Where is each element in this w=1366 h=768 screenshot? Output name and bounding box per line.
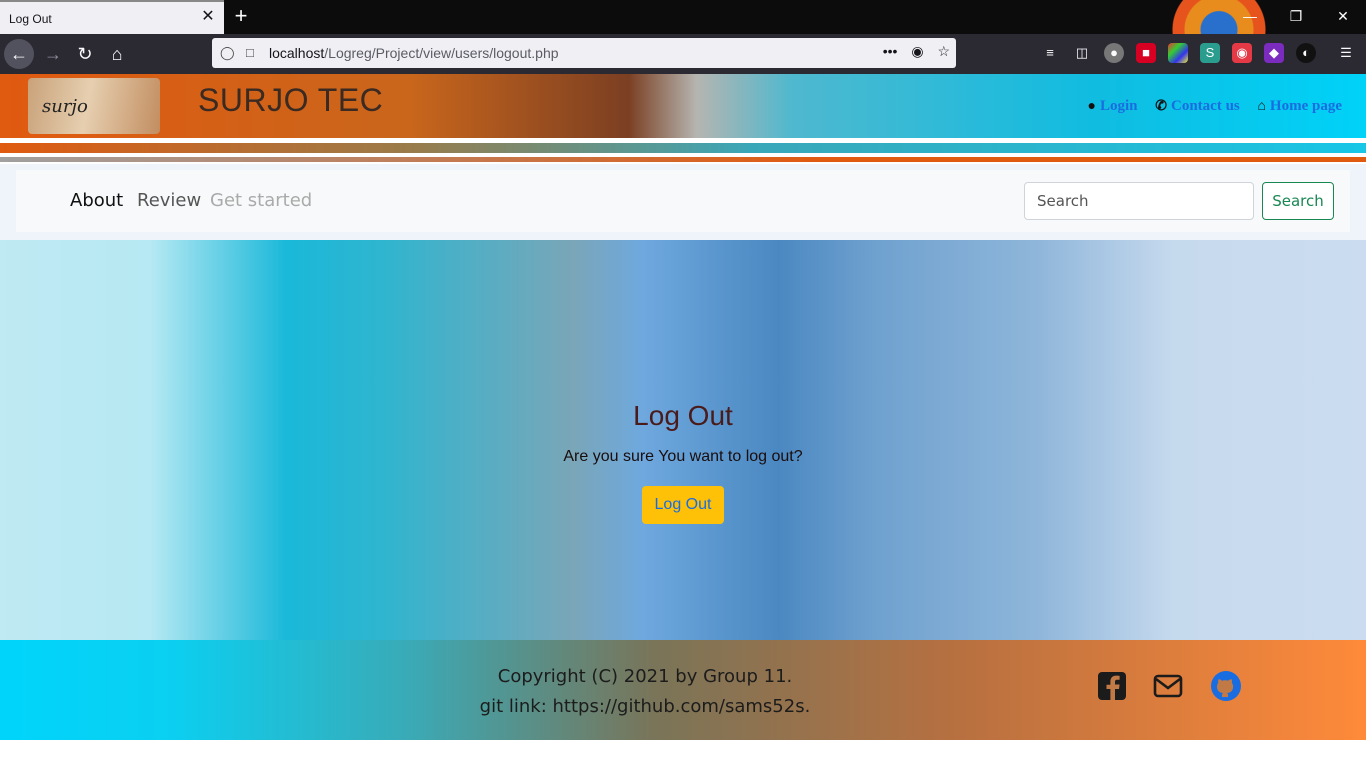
menu-wrapper: About Review Get started Search <box>0 164 1366 240</box>
login-label: Login <box>1100 98 1138 114</box>
extension-dark-icon[interactable]: ◐ <box>1296 43 1316 63</box>
search-button[interactable]: Search <box>1262 182 1334 220</box>
extension-color-icon[interactable] <box>1168 43 1188 63</box>
site-logo[interactable]: surjo <box>28 78 160 134</box>
web-page: surjo SURJO TEC ● Login ✆ Contact us ⌂ Home… <box>0 74 1366 768</box>
home-label: Home page <box>1269 98 1342 114</box>
extension-purple-icon[interactable]: ◆ <box>1264 43 1284 63</box>
page-bottom <box>0 740 1366 768</box>
main-menu: About Review Get started Search <box>16 170 1350 232</box>
menu-get-started[interactable]: Get started <box>210 190 312 211</box>
more-icon[interactable]: ••• <box>883 43 898 59</box>
phone-icon: ✆ <box>1155 99 1167 114</box>
forward-icon[interactable]: → <box>38 39 68 69</box>
address-bar[interactable]: ◯ □ localhost/Logreg/Project/view/users/… <box>212 38 956 68</box>
facebook-icon[interactable] <box>1096 670 1128 702</box>
account-icon[interactable]: ● <box>1104 43 1124 63</box>
pocket-icon[interactable]: ◉ <box>911 43 923 59</box>
logout-title: Log Out <box>633 400 733 431</box>
header-stripes <box>0 138 1366 164</box>
page-info-icon[interactable]: □ <box>246 45 254 60</box>
restore-icon[interactable]: ❐ <box>1286 6 1306 26</box>
home-icon[interactable]: ⌂ <box>102 39 132 69</box>
logout-section: Log Out Are you sure You want to log out… <box>0 240 1366 640</box>
login-link[interactable]: ● Login <box>1088 98 1138 114</box>
browser-nav-bar: ← → ↻ ⌂ ◯ □ localhost/Logreg/Project/vie… <box>0 34 1366 74</box>
mail-icon[interactable] <box>1152 670 1184 702</box>
header-links: ● Login ✆ Contact us ⌂ Home page <box>1074 98 1342 115</box>
stripe-gradient <box>0 143 1366 153</box>
shield-icon[interactable]: ◯ <box>220 45 235 61</box>
site-header: surjo SURJO TEC ● Login ✆ Contact us ⌂ Home… <box>0 74 1366 138</box>
github-icon[interactable] <box>1210 670 1242 702</box>
extension-red-icon[interactable]: ■ <box>1136 43 1156 63</box>
brand-title: SURJO TEC <box>198 82 384 118</box>
extension-screenshot-icon[interactable]: ◉ <box>1232 43 1252 63</box>
url-path: /Logreg/Project/view/users/logout.php <box>324 45 559 61</box>
extension-s-icon[interactable]: S <box>1200 43 1220 63</box>
search-input[interactable] <box>1024 182 1254 220</box>
home-page-link[interactable]: ⌂ Home page <box>1258 98 1342 114</box>
minimize-icon[interactable]: — <box>1240 6 1260 26</box>
tab-title: Log Out <box>9 12 52 26</box>
window-close-icon[interactable]: ✕ <box>1333 6 1353 26</box>
reload-icon[interactable]: ↻ <box>70 39 100 69</box>
logout-question: Are you sure You want to log out? <box>563 448 803 465</box>
tab-close-icon[interactable]: ✕ <box>199 8 217 26</box>
new-tab-icon[interactable]: + <box>231 5 251 27</box>
home-icon: ⌂ <box>1257 99 1266 114</box>
url-host: localhost <box>269 45 325 61</box>
menu-about[interactable]: About <box>70 190 123 211</box>
stripe-orange <box>0 157 1366 162</box>
user-icon: ● <box>1087 99 1096 114</box>
browser-tab[interactable]: Log Out ✕ <box>0 0 224 34</box>
url-text[interactable]: localhost/Logreg/Project/view/users/logo… <box>269 45 559 61</box>
back-icon[interactable]: ← <box>4 39 34 69</box>
contact-label: Contact us <box>1171 98 1240 114</box>
url-actions: ••• ◉ ☆ <box>873 43 950 60</box>
menu-icon[interactable]: ☰ <box>1336 43 1356 63</box>
menu-review[interactable]: Review <box>137 190 201 211</box>
sidebar-icon[interactable]: ◫ <box>1072 43 1092 63</box>
site-footer: Copyright (C) 2021 by Group 11. git link… <box>0 640 1366 740</box>
bookmark-star-icon[interactable]: ☆ <box>937 43 950 59</box>
contact-link[interactable]: ✆ Contact us <box>1155 98 1240 114</box>
logout-button[interactable]: Log Out <box>642 486 724 524</box>
browser-tab-bar: Log Out ✕ + — ❐ ✕ <box>0 0 1366 74</box>
library-icon[interactable]: ≡ <box>1040 43 1060 63</box>
logo-text: surjo <box>42 96 88 117</box>
